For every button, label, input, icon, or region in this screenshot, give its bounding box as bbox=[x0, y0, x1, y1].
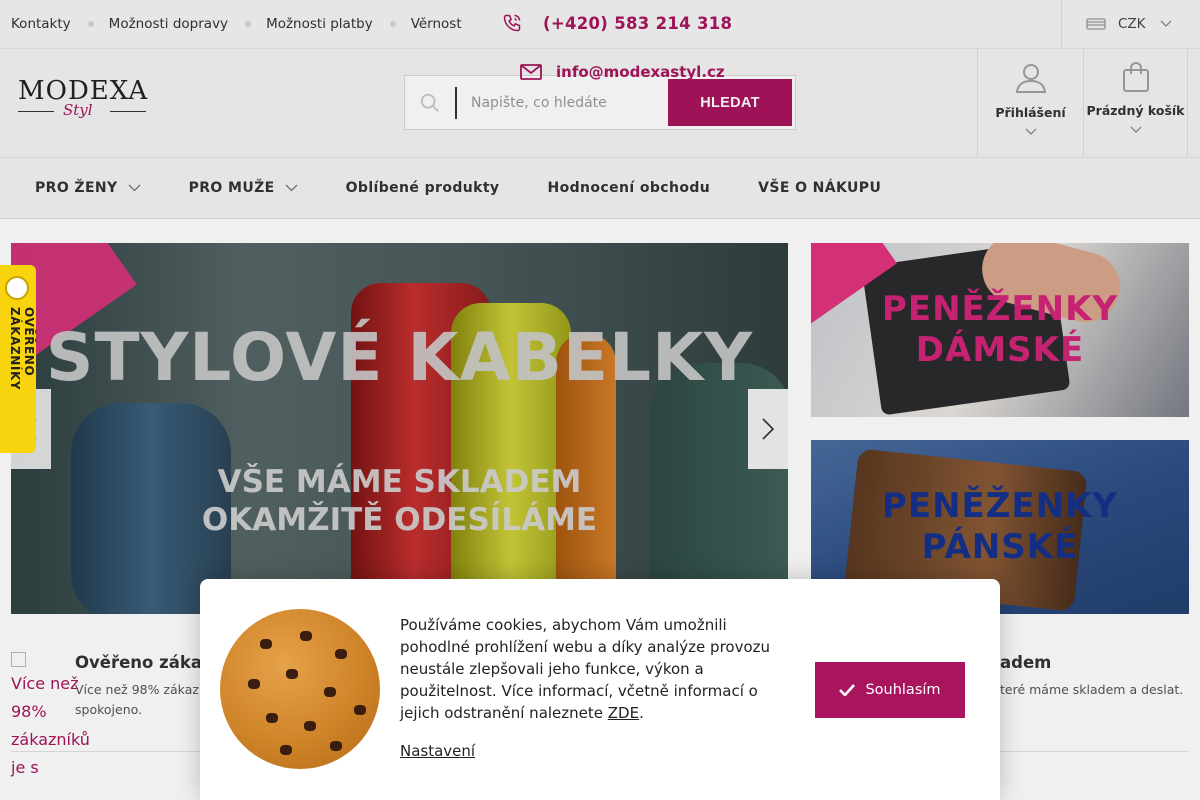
nav-label: PRO ŽENY bbox=[35, 180, 118, 196]
chevron-down-icon bbox=[128, 184, 141, 192]
logo[interactable]: MODEXA Styl bbox=[18, 77, 148, 119]
nav-label: Hodnocení obchodu bbox=[547, 180, 711, 196]
banner-headline: STYLOVÉ KABELKY bbox=[45, 319, 754, 396]
top-link-kontakty[interactable]: Kontakty bbox=[11, 16, 71, 32]
separator-dot bbox=[87, 21, 94, 27]
side-banner-damske[interactable]: PENĚŽENKY DÁMSKÉ bbox=[811, 243, 1189, 417]
cookie-chip bbox=[324, 687, 336, 697]
nav-label: PRO MUŽE bbox=[188, 180, 275, 196]
nav-item-pro-muze[interactable]: PRO MUŽE bbox=[189, 180, 298, 196]
chevron-down-icon bbox=[285, 184, 298, 192]
cookie-text: Používáme cookies, abychom Vám umožnili … bbox=[400, 614, 770, 724]
cart-label: Prázdný košík bbox=[1086, 103, 1185, 118]
top-bar: Kontakty Možnosti dopravy Možnosti platb… bbox=[0, 0, 1200, 49]
cookie-text-period: . bbox=[639, 704, 644, 722]
cookie-info-link[interactable]: ZDE bbox=[608, 704, 639, 722]
side-banner-title: PENĚŽENKY DÁMSKÉ bbox=[811, 289, 1189, 371]
verified-tab-label: OVĚŘENO ZÁKAZNÍKY bbox=[8, 307, 36, 391]
chevron-right-icon bbox=[762, 418, 774, 440]
nav-label: VŠE O NÁKUPU bbox=[758, 180, 882, 196]
cookie-chip bbox=[330, 741, 342, 751]
side-banner-line-2: PÁNSKÉ bbox=[921, 527, 1079, 567]
verified-customers-tab[interactable]: OVĚŘENO ZÁKAZNÍKY bbox=[0, 265, 36, 453]
feature-title-stock: adem bbox=[1000, 653, 1052, 672]
shopping-bag-icon bbox=[1122, 62, 1149, 92]
cookie-text-body: Používáme cookies, abychom Vám umožnili … bbox=[400, 616, 771, 722]
chevron-down-icon bbox=[1025, 128, 1036, 135]
nav-item-oblibene[interactable]: Oblíbené produkty bbox=[346, 180, 500, 196]
feature-side-text: Více než 98% zákazníků je s bbox=[11, 674, 90, 777]
currency-selector[interactable]: CZK bbox=[1061, 0, 1200, 48]
phone-icon bbox=[503, 14, 521, 32]
login-button[interactable]: Přihlášení bbox=[977, 49, 1083, 157]
cookie-chip bbox=[280, 745, 292, 755]
cookie-chip bbox=[335, 649, 347, 659]
cookie-accept-label: Souhlasím bbox=[865, 682, 941, 698]
side-banner-line-1: PENĚŽENKY bbox=[881, 486, 1119, 526]
logo-sub-text: Styl bbox=[63, 101, 93, 119]
cookie-accept-button[interactable]: Souhlasím bbox=[815, 662, 965, 718]
email-link[interactable]: info@modexastyl.cz bbox=[520, 63, 725, 81]
cookie-consent-dialog: Používáme cookies, abychom Vám umožnili … bbox=[200, 579, 1000, 800]
search-icon bbox=[420, 93, 439, 112]
nav-item-hodnoceni[interactable]: Hodnocení obchodu bbox=[547, 180, 710, 196]
feature-icon-placeholder bbox=[11, 652, 26, 667]
check-icon bbox=[839, 684, 856, 696]
feature-desc-stock: teré máme skladem a deslat. bbox=[1000, 682, 1184, 697]
cookie-chip bbox=[260, 639, 272, 649]
cookie-chip bbox=[300, 631, 312, 641]
main-nav: PRO ŽENY PRO MUŽE Oblíbené produkty Hodn… bbox=[0, 158, 1200, 219]
cookie-image bbox=[220, 609, 380, 769]
mail-icon bbox=[520, 64, 542, 80]
side-banner-title: PENĚŽENKY PÁNSKÉ bbox=[811, 486, 1189, 568]
search-box: HLEDAT bbox=[404, 75, 796, 130]
cookie-chip bbox=[266, 713, 278, 723]
login-label: Přihlášení bbox=[995, 105, 1066, 120]
coins-icon bbox=[1086, 18, 1106, 30]
cookie-settings-link[interactable]: Nastavení bbox=[400, 742, 475, 760]
feature-title-verified: Ověřeno zákaz bbox=[75, 653, 212, 672]
logo-line-right bbox=[110, 111, 146, 112]
top-link-doprava[interactable]: Možnosti dopravy bbox=[109, 16, 228, 32]
nav-label: Oblíbené produkty bbox=[345, 180, 500, 196]
top-links: Kontakty Možnosti dopravy Možnosti platb… bbox=[11, 0, 462, 48]
chevron-down-icon bbox=[1130, 126, 1141, 133]
verified-seal-icon bbox=[5, 276, 29, 300]
banner-subline: VŠE MÁME SKLADEM OKAMŽITĚ ODESÍLÁME bbox=[11, 463, 788, 539]
slider-next-button[interactable] bbox=[748, 389, 788, 469]
currency-label: CZK bbox=[1118, 16, 1146, 32]
top-link-vernost[interactable]: Věrnost bbox=[411, 16, 462, 32]
nav-item-vse-o-nakupu[interactable]: VŠE O NÁKUPU bbox=[758, 180, 881, 196]
email-address: info@modexastyl.cz bbox=[556, 63, 725, 81]
separator-dot bbox=[245, 21, 252, 27]
search-caret bbox=[455, 87, 457, 119]
top-link-platba[interactable]: Možnosti platby bbox=[266, 16, 373, 32]
hero-banner[interactable]: STYLOVÉ KABELKY VŠE MÁME SKLADEM OKAMŽIT… bbox=[11, 243, 788, 614]
user-icon bbox=[1015, 64, 1046, 93]
side-banner-line-1: PENĚŽENKY bbox=[881, 289, 1119, 329]
cookie-chip bbox=[286, 669, 298, 679]
cookie-chip bbox=[248, 679, 260, 689]
cookie-chip bbox=[354, 705, 366, 715]
logo-line-left bbox=[18, 111, 54, 112]
cart-button[interactable]: Prázdný košík bbox=[1083, 49, 1188, 157]
banner-subline-1: VŠE MÁME SKLADEM bbox=[217, 464, 582, 500]
chevron-down-icon bbox=[1160, 20, 1171, 27]
phone-link[interactable]: (+420) 583 214 318 bbox=[502, 13, 732, 33]
nav-item-pro-zeny[interactable]: PRO ŽENY bbox=[35, 180, 141, 196]
phone-number: (+420) 583 214 318 bbox=[543, 13, 733, 33]
cookie-chip bbox=[304, 721, 316, 731]
separator-dot bbox=[389, 21, 396, 27]
side-banner-line-2: DÁMSKÉ bbox=[915, 330, 1085, 370]
search-input[interactable] bbox=[471, 89, 661, 117]
banner-subline-2: OKAMŽITĚ ODESÍLÁME bbox=[201, 502, 598, 538]
search-button[interactable]: HLEDAT bbox=[668, 79, 792, 126]
